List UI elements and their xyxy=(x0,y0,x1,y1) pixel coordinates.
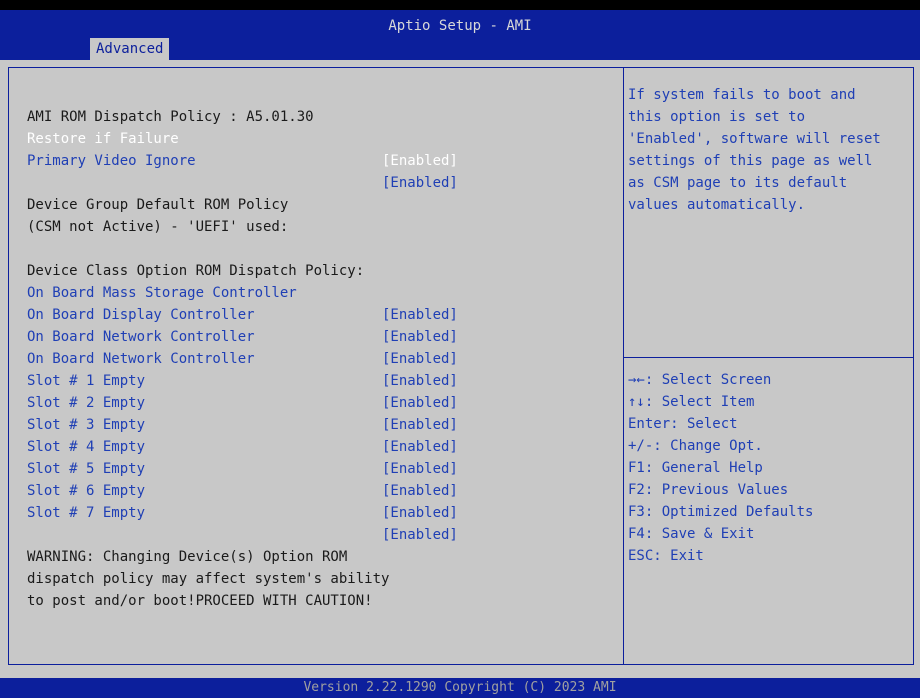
key-hint-enter: Enter: Select xyxy=(628,416,738,432)
header-bar: Aptio Setup - AMI Advanced xyxy=(0,0,920,61)
help-line: this option is set to xyxy=(628,109,806,125)
setting-onboard-network-1[interactable]: On Board Network Controller [Enabled] xyxy=(27,304,607,367)
key-hint-select-item: ↑↓: Select Item xyxy=(628,394,755,410)
warning-line-3: to post and/or boot!PROCEED WITH CAUTION… xyxy=(27,568,607,609)
help-text: If system fails to boot and this option … xyxy=(628,84,908,216)
key-hint-select-screen: →←: Select Screen xyxy=(628,372,772,388)
tab-advanced[interactable]: Advanced xyxy=(90,38,170,61)
help-line: settings of this page as well xyxy=(628,153,873,169)
warning-text-3: to post and/or boot!PROCEED WITH CAUTION… xyxy=(27,593,373,609)
setting-slot-4[interactable]: Slot # 4 Empty [Enabled] xyxy=(27,414,607,477)
key-hint-change-opt: +/-: Change Opt. xyxy=(628,438,763,454)
warning-line-1: WARNING: Changing Device(s) Option ROM xyxy=(27,524,607,565)
setting-slot-1[interactable]: Slot # 1 Empty [Enabled] xyxy=(27,348,607,411)
key-hint-esc-exit: ESC: Exit xyxy=(628,548,704,564)
rom-policy-version: AMI ROM Dispatch Policy : A5.01.30 xyxy=(27,84,607,125)
setting-slot-7[interactable]: Slot # 7 Empty [Enabled] xyxy=(27,480,607,543)
key-legend: →←: Select Screen ↑↓: Select Item Enter:… xyxy=(628,369,908,567)
key-hint-previous-values: F2: Previous Values xyxy=(628,482,789,498)
setting-primary-video-ignore[interactable]: Primary Video Ignore [Enabled] xyxy=(27,128,607,191)
bios-screen: Aptio Setup - AMI Advanced AMI ROM Dispa… xyxy=(0,0,920,698)
setting-slot-3[interactable]: Slot # 3 Empty [Enabled] xyxy=(27,392,607,455)
device-group-text-2: (CSM not Active) - 'UEFI' used: xyxy=(27,219,289,235)
device-class-heading: Device Class Option ROM Dispatch Policy: xyxy=(27,238,607,279)
setting-onboard-mass-storage[interactable]: On Board Mass Storage Controller [Enable… xyxy=(27,260,607,323)
help-line: 'Enabled', software will reset xyxy=(628,131,881,147)
setting-label: Primary Video Ignore xyxy=(27,153,196,169)
setting-value[interactable]: [Enabled] xyxy=(382,502,458,524)
setting-slot-6[interactable]: Slot # 6 Empty [Enabled] xyxy=(27,458,607,521)
key-hint-save-exit: F4: Save & Exit xyxy=(628,526,755,542)
app-title: Aptio Setup - AMI xyxy=(388,18,532,34)
setting-slot-5[interactable]: Slot # 5 Empty [Enabled] xyxy=(27,436,607,499)
key-hint-optimized-defaults: F3: Optimized Defaults xyxy=(628,504,814,520)
setting-onboard-network-2[interactable]: On Board Network Controller [Enabled] xyxy=(27,326,607,389)
vertical-divider xyxy=(623,68,624,664)
setting-onboard-display[interactable]: On Board Display Controller [Enabled] xyxy=(27,282,607,345)
help-line: values automatically. xyxy=(628,197,806,213)
settings-list: AMI ROM Dispatch Policy : A5.01.30 Resto… xyxy=(27,84,607,609)
setting-label: Slot # 7 Empty xyxy=(27,505,146,521)
version-footer: Version 2.22.1290 Copyright (C) 2023 AMI xyxy=(0,678,920,698)
device-group-line-1: Device Group Default ROM Policy xyxy=(27,172,607,213)
help-divider xyxy=(624,357,914,358)
setting-slot-2[interactable]: Slot # 2 Empty [Enabled] xyxy=(27,370,607,433)
help-line: If system fails to boot and xyxy=(628,87,856,103)
device-group-line-2: (CSM not Active) - 'UEFI' used: xyxy=(27,194,607,235)
warning-line-2: dispatch policy may affect system's abil… xyxy=(27,546,607,587)
setting-restore-if-failure[interactable]: Restore if Failure [Enabled] xyxy=(27,106,607,169)
help-line: as CSM page to its default xyxy=(628,175,848,191)
setting-value[interactable]: [Enabled] xyxy=(382,150,458,172)
key-hint-general-help: F1: General Help xyxy=(628,460,763,476)
